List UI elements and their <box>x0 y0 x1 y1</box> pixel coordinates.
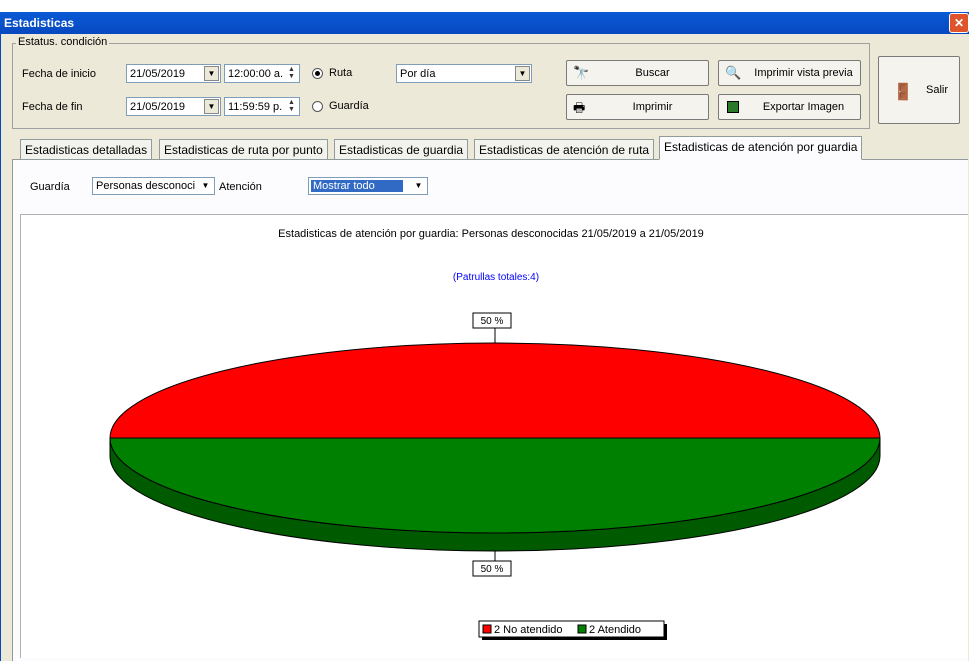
start-time-spinner[interactable]: 12:00:00 a. ▲ ▼ <box>224 64 300 83</box>
legend-swatch <box>482 624 492 634</box>
exit-button[interactable]: 🚪 Salir <box>878 56 960 124</box>
radio-guard[interactable] <box>312 101 323 112</box>
period-select[interactable]: Por día ▼ <box>396 64 532 83</box>
radio-route[interactable] <box>312 68 323 79</box>
pie-slice-1[interactable] <box>109 342 881 439</box>
exit-button-label: Salir <box>925 84 948 96</box>
attention-select[interactable]: Mostrar todo ▼ <box>308 177 428 195</box>
percent-label: 50 % <box>481 316 504 327</box>
search-button[interactable]: 🔭 Buscar <box>566 60 709 86</box>
window-titlebar: Estadisticas ✕ <box>0 12 969 34</box>
start-date-picker[interactable]: 21/05/2019 ▼ <box>126 64 221 83</box>
chevron-down-icon[interactable]: ▼ <box>515 66 530 81</box>
start-time-value: 12:00:00 a. <box>228 68 284 80</box>
export-image-button[interactable]: Exportar Imagen <box>718 94 861 120</box>
filter-group-title: Estatus. condición <box>16 36 110 48</box>
binoculars-icon: 🔭 <box>573 65 590 80</box>
print-preview-button[interactable]: 🔍 Imprimir vista previa <box>718 60 861 86</box>
export-image-label: Exportar Imagen <box>762 101 845 113</box>
tab-route-by-point[interactable]: Estadisticas de ruta por punto <box>159 139 328 159</box>
guard-filter-label: Guardía <box>30 181 70 193</box>
spinner-arrows-icon[interactable]: ▲ ▼ <box>285 99 298 114</box>
end-time-spinner[interactable]: 11:59:59 p. ▲ ▼ <box>224 97 300 116</box>
close-icon: ✕ <box>953 16 965 30</box>
end-time-value: 11:59:59 p. <box>228 101 283 113</box>
close-button[interactable]: ✕ <box>949 13 969 33</box>
attention-filter-label: Atención <box>219 181 262 193</box>
chart-title: Estadisticas de atención por guardia: Pe… <box>278 228 704 240</box>
start-date-label: Fecha de inicio <box>22 68 96 80</box>
percent-label: 50 % <box>481 564 504 575</box>
chevron-down-icon[interactable]: ▼ <box>204 66 219 81</box>
magnifier-icon: 🔍 <box>725 65 742 80</box>
tab-route-attention[interactable]: Estadisticas de atención de ruta <box>474 139 655 159</box>
end-date-picker[interactable]: 21/05/2019 ▼ <box>126 97 221 116</box>
tab-guard-attention[interactable]: Estadisticas de atención por guardia <box>659 136 863 160</box>
spinner-arrows-icon[interactable]: ▲ ▼ <box>285 66 298 81</box>
chevron-down-icon[interactable]: ▼ <box>411 179 426 193</box>
start-date-value: 21/05/2019 <box>130 68 186 80</box>
search-button-label: Buscar <box>635 67 670 79</box>
guard-select[interactable]: Personas desconoci ▼ <box>92 177 215 195</box>
period-value: Por día <box>400 68 436 80</box>
window-title: Estadisticas <box>4 16 75 30</box>
attention-select-value: Mostrar todo <box>311 180 403 192</box>
pie-chart: Estadisticas de atención por guardia: Pe… <box>109 228 881 640</box>
legend-entry: 2 Atendido <box>589 624 641 636</box>
chevron-down-icon[interactable]: ▼ <box>204 99 219 114</box>
chart-subtitle: (Patrullas totales:4) <box>453 272 539 283</box>
end-date-label: Fecha de fin <box>22 101 83 113</box>
tab-guard[interactable]: Estadisticas de guardia <box>334 139 469 159</box>
print-preview-label: Imprimir vista previa <box>754 67 853 79</box>
printer-icon: 🖶 <box>573 100 586 115</box>
legend-swatch <box>577 624 587 634</box>
radio-route-label: Ruta <box>329 67 353 79</box>
end-date-value: 21/05/2019 <box>130 101 186 113</box>
chart-area: Estadisticas de atención por guardia: Pe… <box>20 214 968 658</box>
chevron-down-icon[interactable]: ▼ <box>198 179 213 193</box>
legend-entry: 2 No atendido <box>494 624 563 636</box>
print-button-label: Imprimir <box>632 101 673 113</box>
image-icon <box>727 101 739 113</box>
exit-door-icon: 🚪 <box>893 84 913 101</box>
guard-select-value: Personas desconoci <box>96 180 196 192</box>
tab-detailed[interactable]: Estadisticas detalladas <box>20 139 153 159</box>
print-button[interactable]: 🖶 Imprimir <box>566 94 709 120</box>
radio-guard-label: Guardía <box>329 100 369 112</box>
